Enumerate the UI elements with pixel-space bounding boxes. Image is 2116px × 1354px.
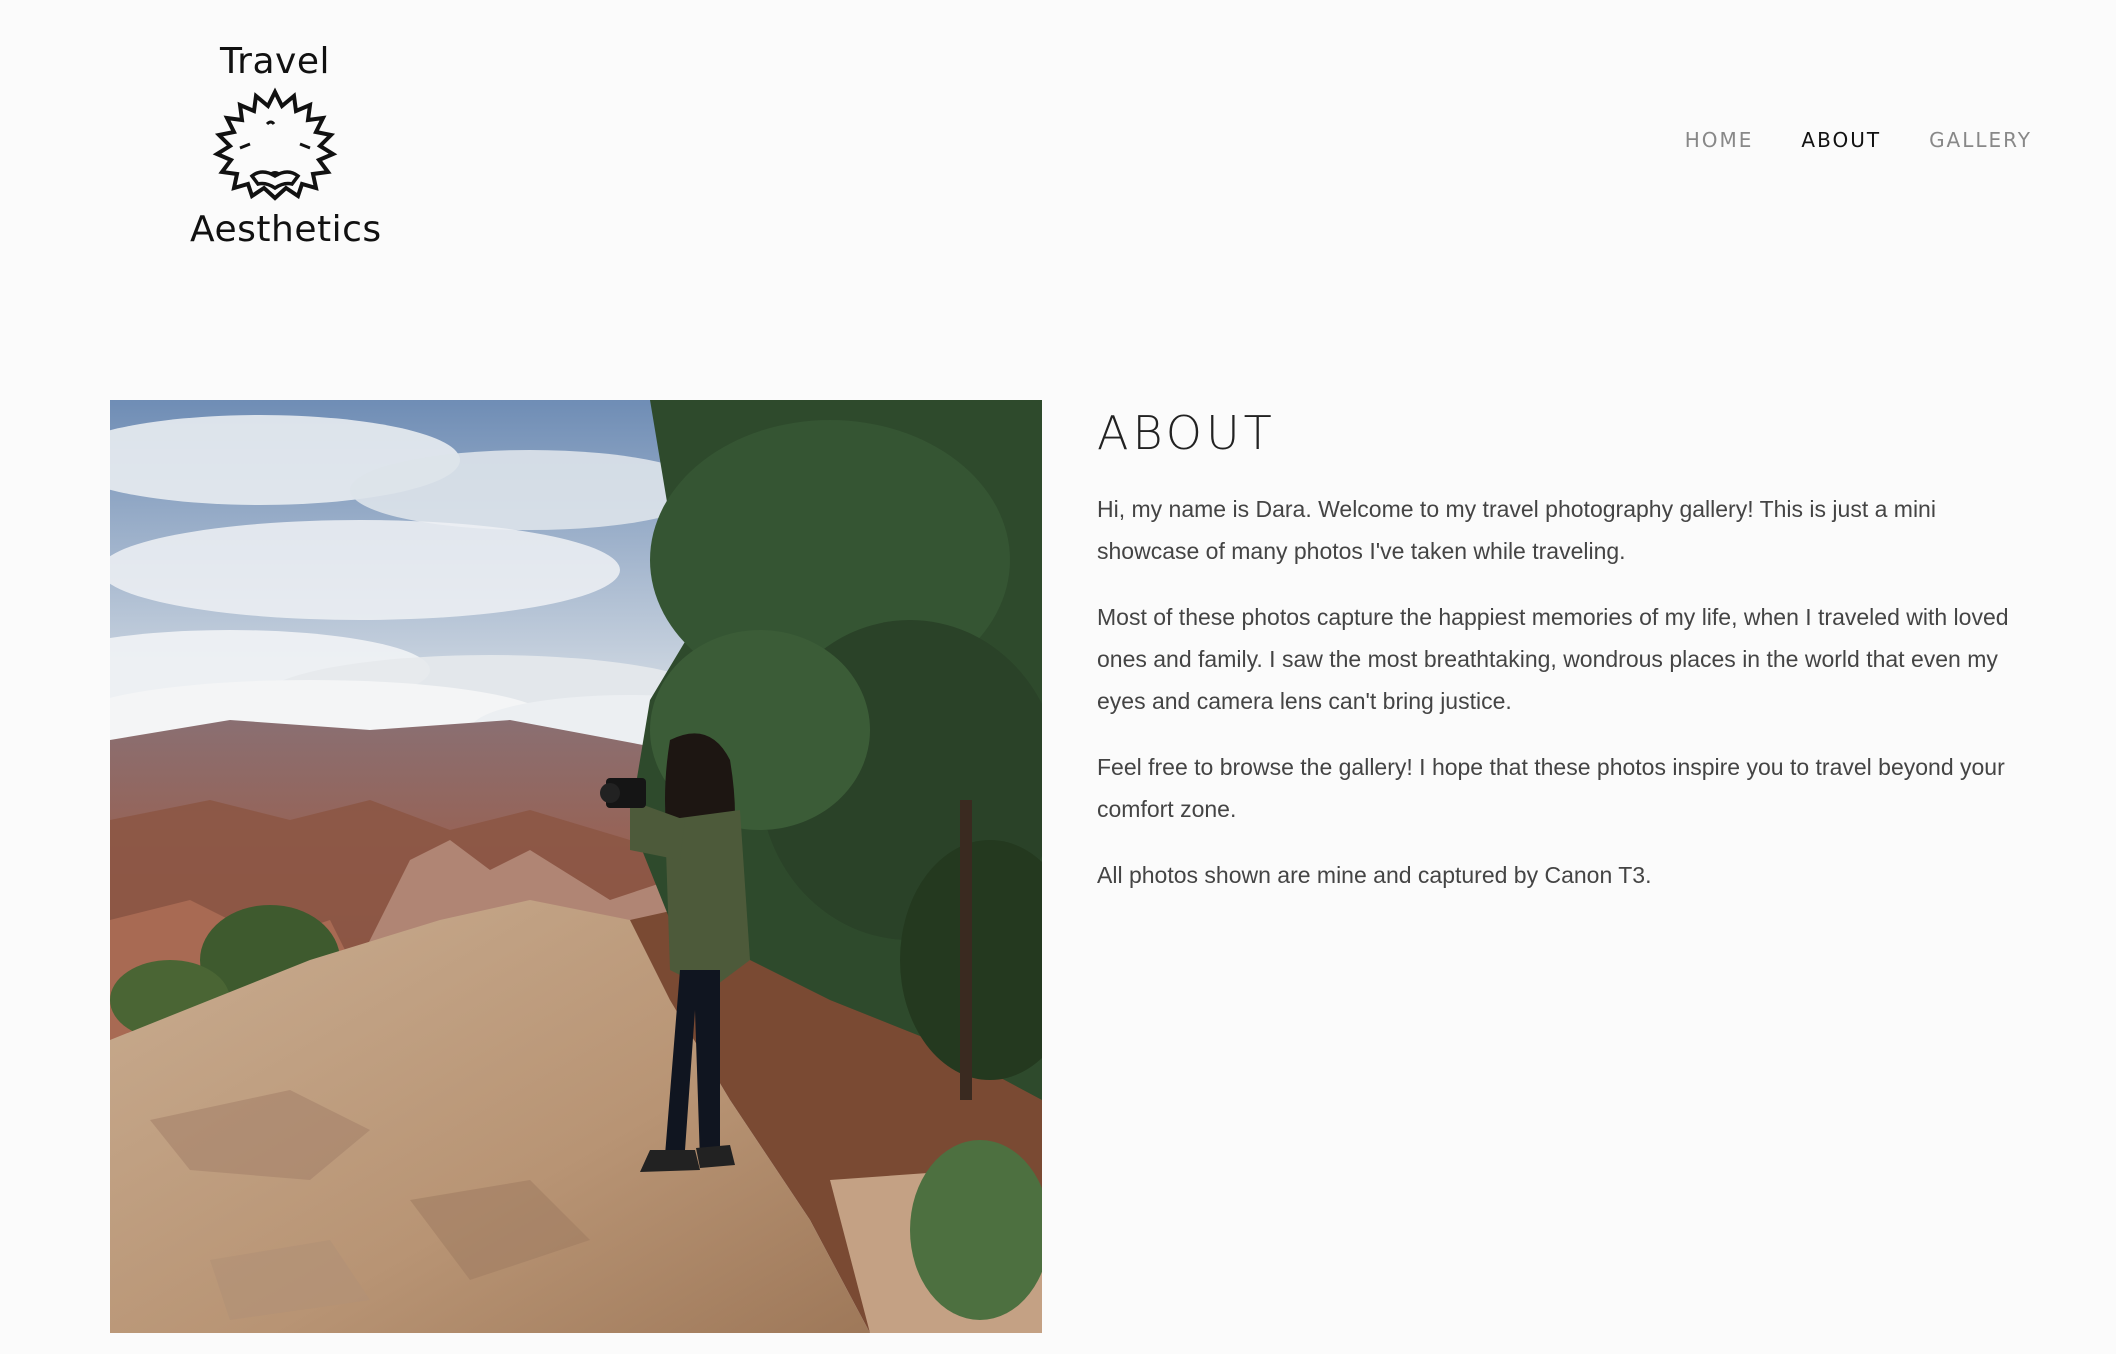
hedgehog-icon <box>212 87 338 201</box>
about-paragraph-4: All photos shown are mine and captured b… <box>1097 862 1652 888</box>
photo-canyon-photographer <box>110 400 1042 1333</box>
about-photo <box>110 400 1042 1333</box>
about-section: ABOUT Hi, my name is Dara. Welcome to my… <box>1097 406 2037 920</box>
nav-about[interactable]: ABOUT <box>1801 128 1881 152</box>
logo-title-bottom: Aesthetics <box>190 209 382 250</box>
page: Travel Aesthetics HOME ABOUT GALLERY ABO… <box>0 0 2116 1354</box>
about-paragraph-2: Most of these photos capture the happies… <box>1097 604 2009 714</box>
logo-title-top: Travel <box>219 41 330 82</box>
page-title: ABOUT <box>1097 406 1276 460</box>
main-nav: HOME ABOUT GALLERY <box>1685 128 2032 152</box>
nav-gallery[interactable]: GALLERY <box>1929 128 2032 152</box>
nav-home[interactable]: HOME <box>1685 128 1754 152</box>
site-logo[interactable]: Travel Aesthetics <box>190 40 382 252</box>
about-paragraph-3: Feel free to browse the gallery! I hope … <box>1097 754 2005 822</box>
about-paragraph-1: Hi, my name is Dara. Welcome to my trave… <box>1097 496 1936 564</box>
